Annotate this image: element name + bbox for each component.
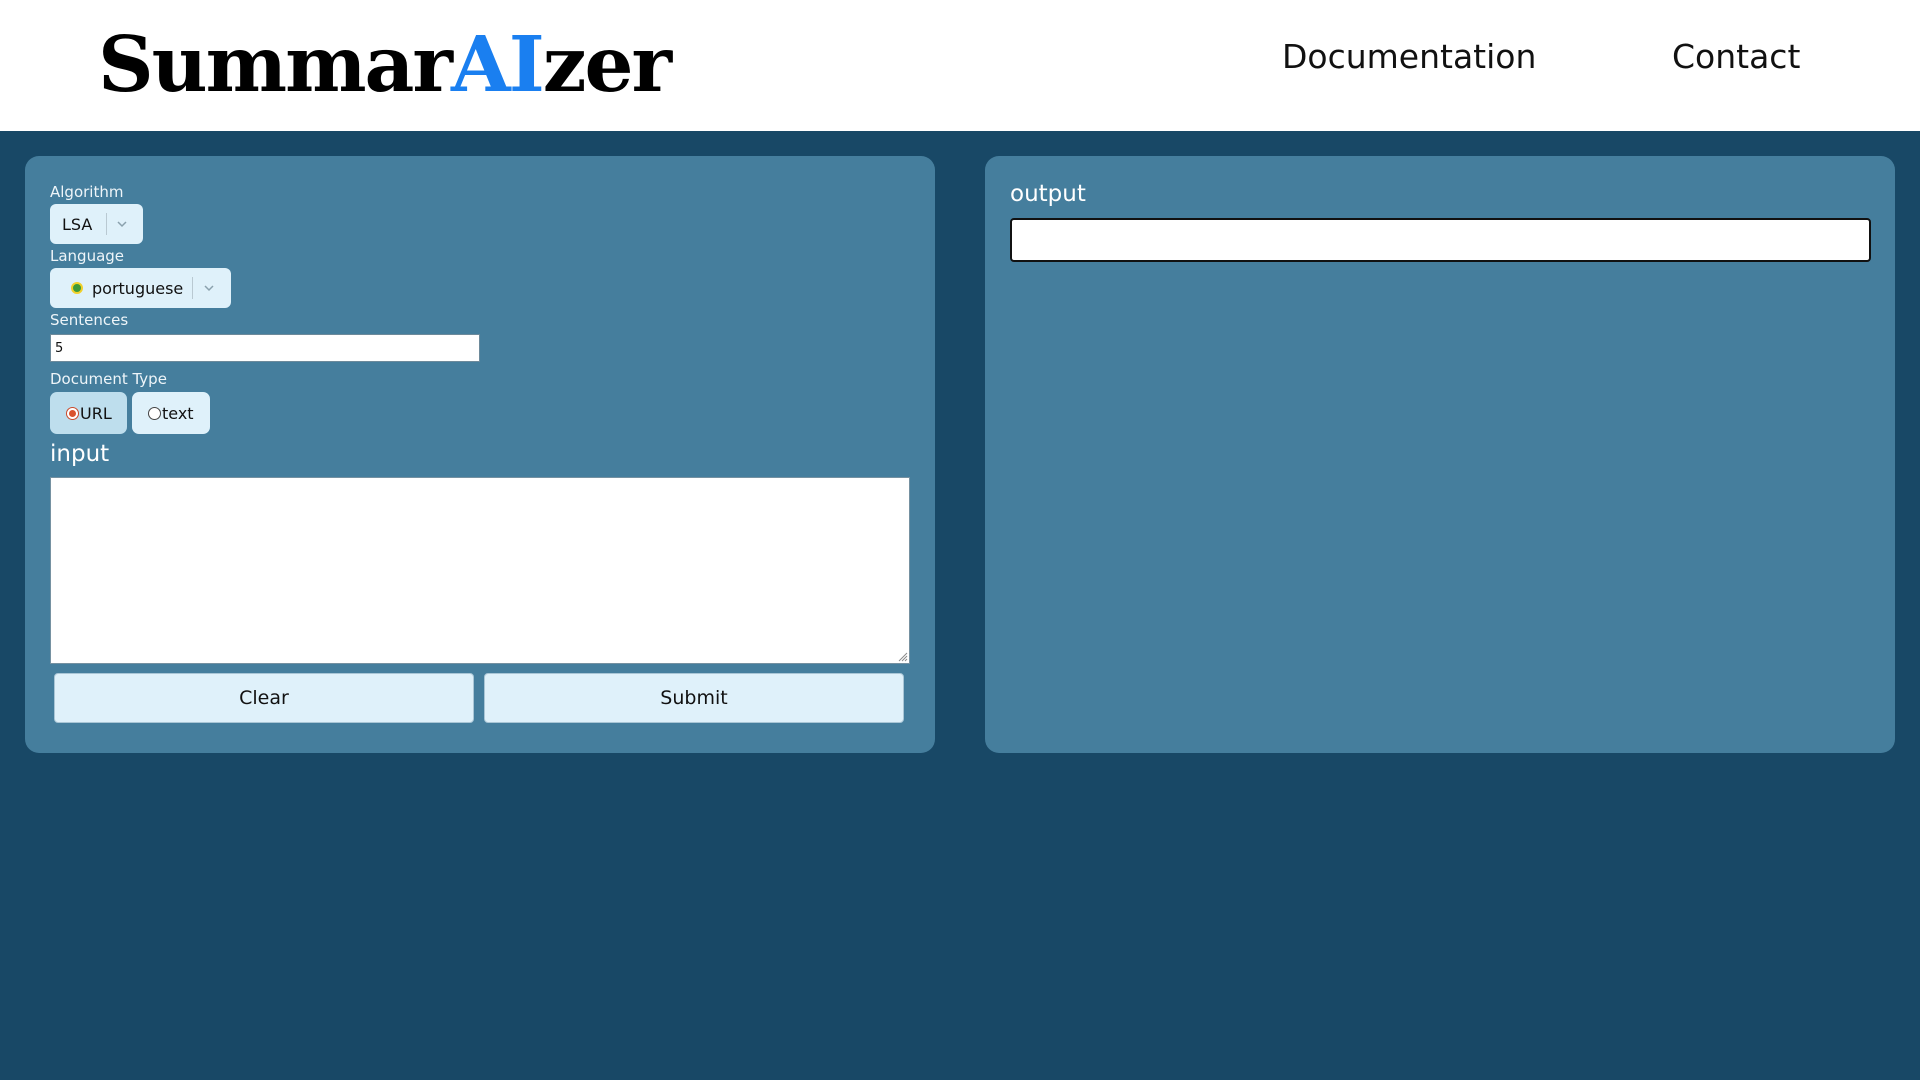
resize-grip-icon[interactable] (898, 652, 908, 662)
logo-ai-highlight: AI (451, 20, 545, 110)
brazil-flag-icon (71, 282, 83, 294)
radio-checked-icon[interactable] (66, 406, 79, 420)
document-type-text-radio[interactable]: text (132, 392, 210, 434)
algorithm-dropdown[interactable]: LSA (50, 204, 143, 244)
dropdown-divider (192, 277, 193, 299)
output-field[interactable] (1010, 218, 1871, 262)
logo-prefix: Summar (98, 20, 453, 110)
algorithm-label: Algorithm (50, 183, 124, 201)
algorithm-selected-value: LSA (62, 214, 93, 234)
logo[interactable]: SummarAIzer (98, 20, 672, 110)
site-header: SummarAIzer Documentation Contact (0, 0, 1920, 131)
document-type-url-radio[interactable]: URL (50, 392, 127, 434)
output-panel: output (985, 156, 1895, 753)
input-panel: Algorithm LSA Language portuguese Senten… (25, 156, 935, 753)
radio-text-label: text (162, 403, 194, 423)
clear-button[interactable]: Clear (54, 673, 474, 723)
chevron-down-icon[interactable] (114, 216, 130, 232)
sentences-input[interactable] (50, 334, 480, 362)
input-textarea[interactable] (50, 477, 910, 664)
document-type-label: Document Type (50, 370, 167, 388)
logo-suffix: zer (542, 20, 672, 110)
input-title: input (50, 441, 110, 467)
chevron-down-icon[interactable] (201, 280, 217, 296)
radio-unchecked-icon[interactable] (148, 406, 161, 420)
output-title: output (1010, 181, 1086, 207)
language-selected-value: portuguese (92, 278, 184, 298)
dropdown-divider (106, 213, 107, 235)
sentences-label: Sentences (50, 311, 129, 329)
nav-contact-link[interactable]: Contact (1672, 36, 1800, 78)
submit-button[interactable]: Submit (484, 673, 904, 723)
language-label: Language (50, 247, 125, 265)
language-dropdown[interactable]: portuguese (50, 268, 231, 308)
nav-documentation-link[interactable]: Documentation (1282, 36, 1536, 78)
radio-url-label: URL (80, 403, 112, 423)
